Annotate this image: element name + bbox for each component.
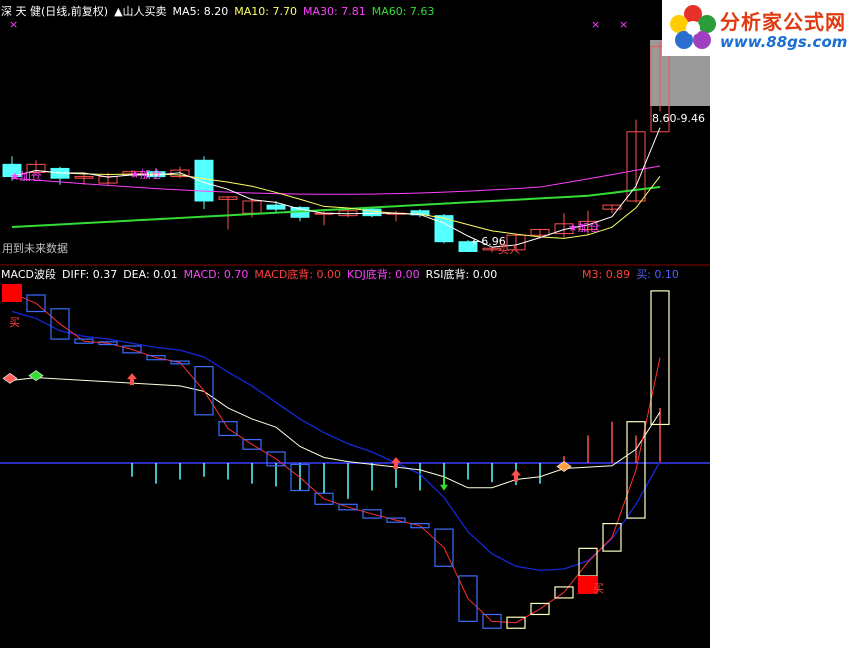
rsi-div-label: RSI底背: 0.00: [425, 268, 498, 281]
down-arrow-icon: [440, 476, 448, 491]
top-header: 深 天 健(日线,前复权) ▲山人买卖 MA5: 8.20 MA10: 7.70 MA3…: [1, 5, 440, 18]
ma5-label: MA5: 8.20: [172, 5, 229, 18]
future-note: 用到未来数据: [2, 242, 68, 255]
diamond-signal-icon: [2, 373, 18, 384]
ma60-label: MA60: 7.63: [371, 5, 435, 18]
dea-line: [11, 310, 661, 572]
logo-url[interactable]: www.88gs.com: [720, 33, 847, 51]
logo-text: 分析家公式网: [720, 10, 846, 34]
indicator-name: ▲山人买卖: [114, 5, 167, 18]
ma5-line: [11, 127, 661, 248]
macd-div-label: MACD底背: 0.00: [254, 268, 341, 281]
macd-label: MACD: 0.70: [183, 268, 249, 281]
diff-label: DIFF: 0.37: [61, 268, 118, 281]
add-position-label: ★加仓: [568, 221, 600, 234]
ma30-label: MA30: 7.81: [302, 5, 366, 18]
cross-mark: ×: [619, 18, 629, 31]
range-label: 8.60-9.46: [652, 112, 705, 125]
up-arrow-icon: [511, 469, 521, 482]
stock-name: 深 天 健(日线,前复权): [1, 5, 109, 18]
macd-title: MACD波段: [1, 268, 56, 281]
candle-body: [194, 159, 214, 202]
diamond-signal-icon: [28, 370, 44, 381]
flower-logo-icon: [670, 5, 716, 49]
buy-signal-square: [2, 284, 22, 302]
diff-line: [11, 377, 661, 489]
kdj-div-label: KDJ底背: 0.00: [347, 268, 420, 281]
chart-area[interactable]: 深 天 健(日线,前复权) ▲山人买卖 MA5: 8.20 MA10: 7.70 MA3…: [0, 0, 710, 648]
buy-mark: 买: [9, 316, 20, 329]
dea-label: DEA: 0.01: [123, 268, 178, 281]
cross-mark: ×: [9, 18, 19, 31]
site-logo[interactable]: 分析家公式网 www.88gs.com: [662, 0, 864, 56]
candle-body: [266, 204, 286, 210]
bottom-header: MACD波段 DIFF: 0.37 DEA: 0.01 MACD: 0.70 MACD底…: [1, 268, 503, 281]
buy-mark: 买: [593, 582, 604, 595]
m3-label: M3: 0.89: [582, 268, 631, 281]
ma10-line: [11, 169, 661, 239]
add-position-label: ★加仓: [10, 170, 42, 183]
price-chart[interactable]: [0, 0, 710, 262]
bottom-header-right: M3: 0.89 买: 0.10: [582, 268, 685, 281]
cross-mark: ×: [591, 18, 601, 31]
buy-in-label: 买入: [498, 243, 520, 256]
ma10-label: MA10: 7.70: [234, 5, 297, 18]
add-position-label: ★加仓: [130, 168, 162, 181]
buy-val-label: 买: 0.10: [636, 268, 679, 281]
ma30-line: [11, 165, 661, 195]
